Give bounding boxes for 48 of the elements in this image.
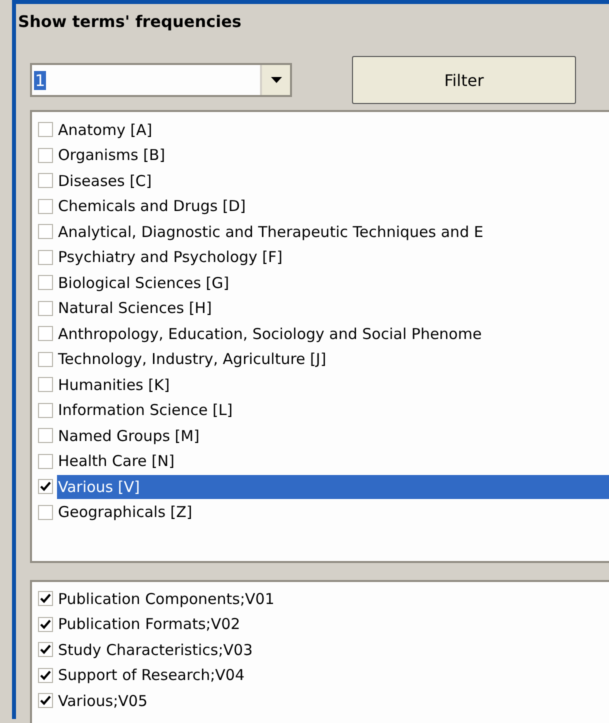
checkbox[interactable]	[38, 250, 53, 265]
checkbox[interactable]	[38, 642, 53, 658]
caret-icon	[270, 77, 282, 83]
checkbox[interactable]	[38, 454, 53, 469]
checkbox[interactable]	[38, 504, 53, 520]
checkbox[interactable]	[38, 402, 53, 418]
checkbox[interactable]	[38, 300, 53, 316]
checkbox[interactable]	[38, 479, 53, 494]
list-item[interactable]: Support of Research;V04	[57, 663, 609, 688]
list-item[interactable]: Organisms [B]	[57, 143, 609, 168]
checkbox[interactable]	[38, 352, 53, 367]
list-item[interactable]: Anthropology, Education, Sociology and Social Phenome	[57, 322, 609, 346]
checkbox[interactable]	[38, 377, 53, 392]
checkbox[interactable]	[38, 616, 53, 632]
checkbox[interactable]	[38, 326, 53, 342]
list-item[interactable]: Analytical, Diagnostic and Therapeutic Techniques and E	[57, 220, 609, 244]
list-item[interactable]: Study Characteristics;V03	[57, 638, 609, 662]
list-item[interactable]: Anatomy [A]	[57, 118, 609, 142]
checkbox[interactable]	[38, 148, 53, 163]
filter-button[interactable]: Filter	[352, 56, 576, 104]
list-item[interactable]: Diseases [C]	[57, 168, 609, 193]
list-item[interactable]: Humanities [K]	[57, 372, 609, 397]
list-item[interactable]: Named Groups [M]	[57, 424, 609, 448]
list-item[interactable]: Publication Formats;V02	[57, 612, 609, 636]
checkbox[interactable]	[38, 591, 53, 606]
dropdown-button[interactable]	[260, 65, 290, 95]
list-item[interactable]: Various;V05	[57, 688, 609, 713]
list-item[interactable]: Psychiatry and Psychology [F]	[57, 245, 609, 270]
panel-title: Show terms' frequencies	[17, 12, 242, 33]
checkbox[interactable]	[38, 693, 53, 708]
list-item[interactable]: Technology, Industry, Agriculture [J]	[57, 347, 609, 372]
combo-value: 1	[34, 70, 46, 90]
frequency-combo-box[interactable]: 1	[30, 63, 292, 97]
list-item[interactable]: Biological Sciences [G]	[57, 270, 609, 295]
list-item[interactable]: Various [V]	[57, 474, 609, 499]
checkbox[interactable]	[38, 122, 53, 138]
list-item[interactable]: Publication Components;V01	[57, 586, 609, 611]
list-item[interactable]: Natural Sciences [H]	[57, 296, 609, 320]
checkbox[interactable]	[38, 173, 53, 188]
checkbox[interactable]	[38, 275, 53, 290]
checkbox[interactable]	[38, 224, 53, 240]
checkbox[interactable]	[38, 668, 53, 683]
list-item[interactable]: Chemicals and Drugs [D]	[57, 194, 609, 218]
list-item[interactable]: Information Science [L]	[57, 398, 609, 422]
checkbox[interactable]	[38, 198, 53, 214]
checkbox[interactable]	[38, 428, 53, 444]
list-item[interactable]: Geographicals [Z]	[57, 500, 609, 524]
list-item[interactable]: Health Care [N]	[57, 449, 609, 474]
